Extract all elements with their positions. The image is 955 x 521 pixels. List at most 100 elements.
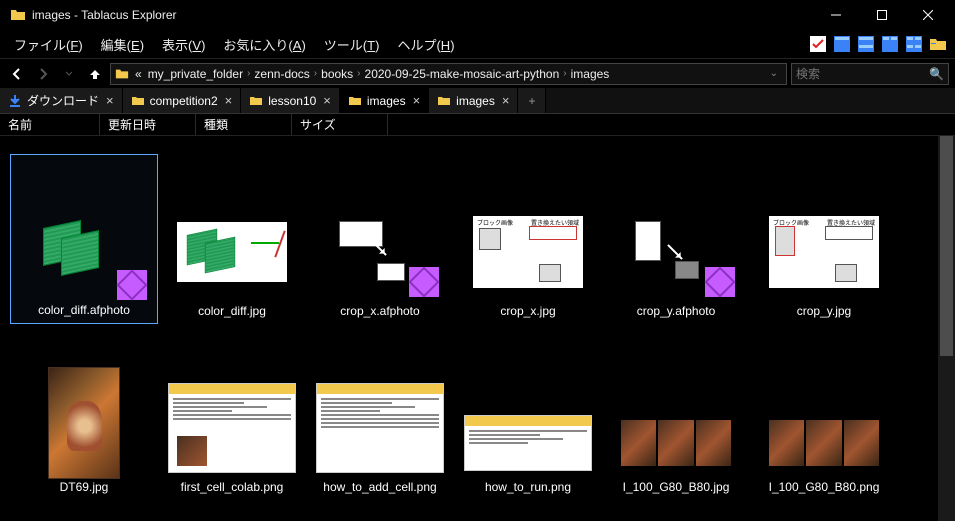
- menu-favorites[interactable]: お気に入り(A): [215, 31, 313, 58]
- title-bar: images - Tablacus Explorer: [0, 0, 955, 30]
- search-input[interactable]: [796, 67, 925, 81]
- menu-help[interactable]: ヘルプ(H): [389, 31, 462, 58]
- file-name: crop_x.jpg: [500, 304, 555, 320]
- close-button[interactable]: [905, 0, 951, 30]
- search-box[interactable]: 🔍: [791, 63, 949, 85]
- breadcrumb-part[interactable]: books: [319, 67, 355, 81]
- tab-bar: ダウンロード × competition2 × lesson10 × image…: [0, 88, 955, 114]
- file-thumbnail: ブロック画像 置き換えたい領域: [760, 204, 888, 300]
- tab-images-active[interactable]: images ×: [340, 88, 429, 113]
- file-thumbnail: [20, 380, 148, 476]
- chevron-right-icon: ›: [563, 68, 566, 79]
- file-item[interactable]: crop_y.afphoto: [602, 154, 750, 324]
- menu-file[interactable]: ファイル(F): [6, 31, 91, 58]
- column-date[interactable]: 更新日時: [100, 114, 196, 135]
- file-name: first_cell_colab.png: [181, 480, 284, 496]
- new-tab-button[interactable]: +: [518, 88, 546, 113]
- breadcrumb-part[interactable]: zenn-docs: [252, 67, 311, 81]
- tab-label: lesson10: [268, 94, 316, 108]
- file-thumbnail: [464, 380, 592, 476]
- folder-icon: [249, 94, 263, 108]
- explorer-folder-icon[interactable]: [929, 35, 947, 53]
- file-item[interactable]: I_100_G80_B80.jpg: [602, 330, 750, 500]
- chevron-right-icon: ›: [314, 68, 317, 79]
- search-icon[interactable]: 🔍: [929, 67, 944, 81]
- menu-tools[interactable]: ツール(T): [316, 31, 388, 58]
- file-thumbnail: [168, 380, 296, 476]
- file-name: DT69.jpg: [60, 480, 109, 496]
- file-thumbnail: [168, 204, 296, 300]
- column-size[interactable]: サイズ: [292, 114, 388, 135]
- up-button[interactable]: [84, 63, 106, 85]
- file-item[interactable]: ブロック画像 置き換えたい領域 crop_y.jpg: [750, 154, 898, 324]
- folder-icon: [348, 94, 362, 108]
- breadcrumb-prefix[interactable]: «: [133, 67, 144, 81]
- address-bar[interactable]: « my_private_folder› zenn-docs› books› 2…: [110, 63, 787, 85]
- nav-bar: « my_private_folder› zenn-docs› books› 2…: [0, 58, 955, 88]
- folder-icon: [115, 67, 129, 81]
- file-item[interactable]: how_to_run.png: [454, 330, 602, 500]
- file-thumbnail: [316, 380, 444, 476]
- layout-single-icon[interactable]: [833, 35, 851, 53]
- folder-icon: [437, 94, 451, 108]
- vertical-scrollbar[interactable]: [938, 136, 955, 521]
- menu-view[interactable]: 表示(V): [154, 31, 213, 58]
- forward-button[interactable]: [32, 63, 54, 85]
- back-button[interactable]: [6, 63, 28, 85]
- column-name[interactable]: 名前: [0, 114, 100, 135]
- tab-downloads[interactable]: ダウンロード ×: [0, 88, 123, 113]
- scrollbar-thumb[interactable]: [940, 136, 953, 356]
- file-item[interactable]: I_100_G80_B80.png: [750, 330, 898, 500]
- layout-vert-icon[interactable]: [881, 35, 899, 53]
- column-type[interactable]: 種類: [196, 114, 292, 135]
- view-option-icon[interactable]: [809, 35, 827, 53]
- window-title: images - Tablacus Explorer: [32, 8, 813, 22]
- file-grid[interactable]: color_diff.afphoto color_diff.jpg: [0, 136, 938, 521]
- tab-close-icon[interactable]: ×: [502, 93, 510, 108]
- file-item[interactable]: crop_x.afphoto: [306, 154, 454, 324]
- tab-close-icon[interactable]: ×: [106, 93, 114, 108]
- tab-label: images: [367, 94, 406, 108]
- address-dropdown-icon[interactable]: ⌄: [766, 68, 782, 79]
- file-item[interactable]: ブロック画像 置き換えたい領域 crop_x.jpg: [454, 154, 602, 324]
- file-thumbnail: [612, 380, 740, 476]
- menu-bar: ファイル(F) 編集(E) 表示(V) お気に入り(A) ツール(T) ヘルプ(…: [0, 30, 955, 58]
- file-item[interactable]: first_cell_colab.png: [158, 330, 306, 500]
- tab-lesson10[interactable]: lesson10 ×: [241, 88, 340, 113]
- file-thumbnail: [612, 204, 740, 300]
- file-item[interactable]: color_diff.afphoto: [10, 154, 158, 324]
- column-headers: 名前 更新日時 種類 サイズ: [0, 114, 955, 136]
- file-name: color_diff.afphoto: [38, 303, 130, 319]
- menu-edit[interactable]: 編集(E): [93, 31, 152, 58]
- folder-icon: [131, 94, 145, 108]
- file-name: crop_x.afphoto: [340, 304, 419, 320]
- file-item[interactable]: DT69.jpg: [10, 330, 158, 500]
- file-name: crop_y.jpg: [797, 304, 851, 320]
- tab-close-icon[interactable]: ×: [323, 93, 331, 108]
- maximize-button[interactable]: [859, 0, 905, 30]
- file-name: color_diff.jpg: [198, 304, 266, 320]
- app-folder-icon: [10, 7, 26, 23]
- tab-images-2[interactable]: images ×: [429, 88, 518, 113]
- file-name: how_to_run.png: [485, 480, 571, 496]
- breadcrumb-part[interactable]: my_private_folder: [146, 67, 245, 81]
- history-dropdown[interactable]: [58, 63, 80, 85]
- layout-quad-icon[interactable]: [905, 35, 923, 53]
- tab-label: ダウンロード: [27, 92, 99, 109]
- file-name: I_100_G80_B80.jpg: [623, 480, 730, 496]
- file-name: how_to_add_cell.png: [323, 480, 436, 496]
- file-item[interactable]: color_diff.jpg: [158, 154, 306, 324]
- file-thumbnail: [20, 203, 148, 299]
- breadcrumb-part[interactable]: 2020-09-25-make-mosaic-art-python: [363, 67, 562, 81]
- minimize-button[interactable]: [813, 0, 859, 30]
- tab-competition2[interactable]: competition2 ×: [123, 88, 242, 113]
- tab-close-icon[interactable]: ×: [225, 93, 233, 108]
- tab-label: competition2: [150, 94, 218, 108]
- file-name: crop_y.afphoto: [637, 304, 716, 320]
- tab-close-icon[interactable]: ×: [413, 93, 421, 108]
- file-thumbnail: [760, 380, 888, 476]
- breadcrumb-part[interactable]: images: [569, 67, 612, 81]
- file-thumbnail: [316, 204, 444, 300]
- file-item[interactable]: how_to_add_cell.png: [306, 330, 454, 500]
- layout-horiz-icon[interactable]: [857, 35, 875, 53]
